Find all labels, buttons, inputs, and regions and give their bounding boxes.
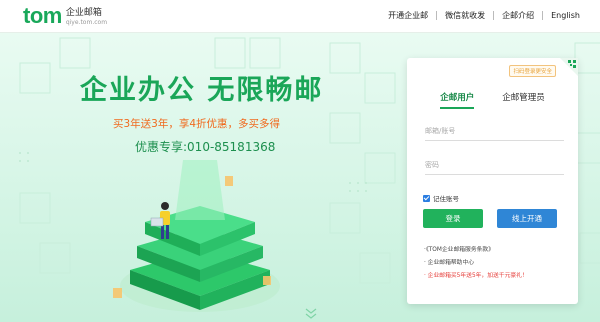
help-center-link[interactable]: · 企业邮箱帮助中心: [424, 257, 528, 270]
nav-open-enterprise-mail[interactable]: 开通企业邮: [388, 10, 428, 21]
nav-intro[interactable]: 企邮介绍: [502, 10, 534, 21]
qr-login-badge[interactable]: 扫码登录更安全: [509, 65, 556, 77]
open-online-button[interactable]: 线上开通: [497, 209, 557, 228]
login-tabs: 企邮用户 企邮管理员: [407, 91, 578, 109]
promo-text: 买3年送3年，享4折优惠，多买多得: [113, 118, 281, 130]
promo-link[interactable]: · 企业邮箱买5年送5年，加送千元豪礼！: [424, 270, 528, 283]
remember-label: 记住账号: [433, 195, 459, 203]
top-nav: 开通企业邮 微信就收发 企邮介绍 English: [388, 10, 580, 21]
hotline-text: 优惠专享:010-85181368: [135, 140, 276, 154]
account-field: [425, 121, 564, 141]
tab-mail-admin[interactable]: 企邮管理员: [502, 91, 545, 109]
hero-headline: 企业办公 无限畅邮: [80, 75, 324, 106]
login-card: 扫码登录更安全 企邮用户 企邮管理员 记住账号 登录 线上开通 ·《TOM企业邮…: [407, 58, 578, 304]
nav-english[interactable]: English: [551, 11, 580, 20]
nav-divider: [542, 11, 544, 20]
logo-subtitle: 企业邮箱 qiye.tom.com: [66, 8, 107, 27]
account-input[interactable]: [425, 121, 564, 140]
remember-account[interactable]: 记住账号: [423, 193, 459, 203]
logo-url: qiye.tom.com: [65, 19, 108, 26]
scroll-down-icon[interactable]: [303, 305, 319, 321]
nav-wechat-mail[interactable]: 微信就收发: [445, 10, 485, 21]
password-field: [425, 155, 564, 175]
qr-code-icon[interactable]: [560, 58, 578, 76]
help-links: ·《TOM企业邮箱服务条款》 · 企业邮箱帮助中心 · 企业邮箱买5年送5年，加…: [424, 244, 528, 283]
remember-checkbox[interactable]: [423, 194, 430, 202]
isometric-server-illustration: [113, 160, 280, 312]
tom-logo[interactable]: tom 企业邮箱 qiye.tom.com: [23, 3, 107, 28]
logo-product-name: 企业邮箱: [65, 8, 102, 18]
password-input[interactable]: [425, 155, 564, 174]
terms-link[interactable]: ·《TOM企业邮箱服务条款》: [424, 244, 528, 257]
tab-mail-user[interactable]: 企邮用户: [440, 91, 475, 109]
login-button[interactable]: 登录: [423, 209, 483, 228]
top-header: tom 企业邮箱 qiye.tom.com 开通企业邮 微信就收发 企邮介绍 E…: [0, 0, 600, 33]
nav-divider: [436, 11, 438, 20]
nav-divider: [493, 11, 495, 20]
logo-wordmark: tom: [23, 3, 62, 28]
